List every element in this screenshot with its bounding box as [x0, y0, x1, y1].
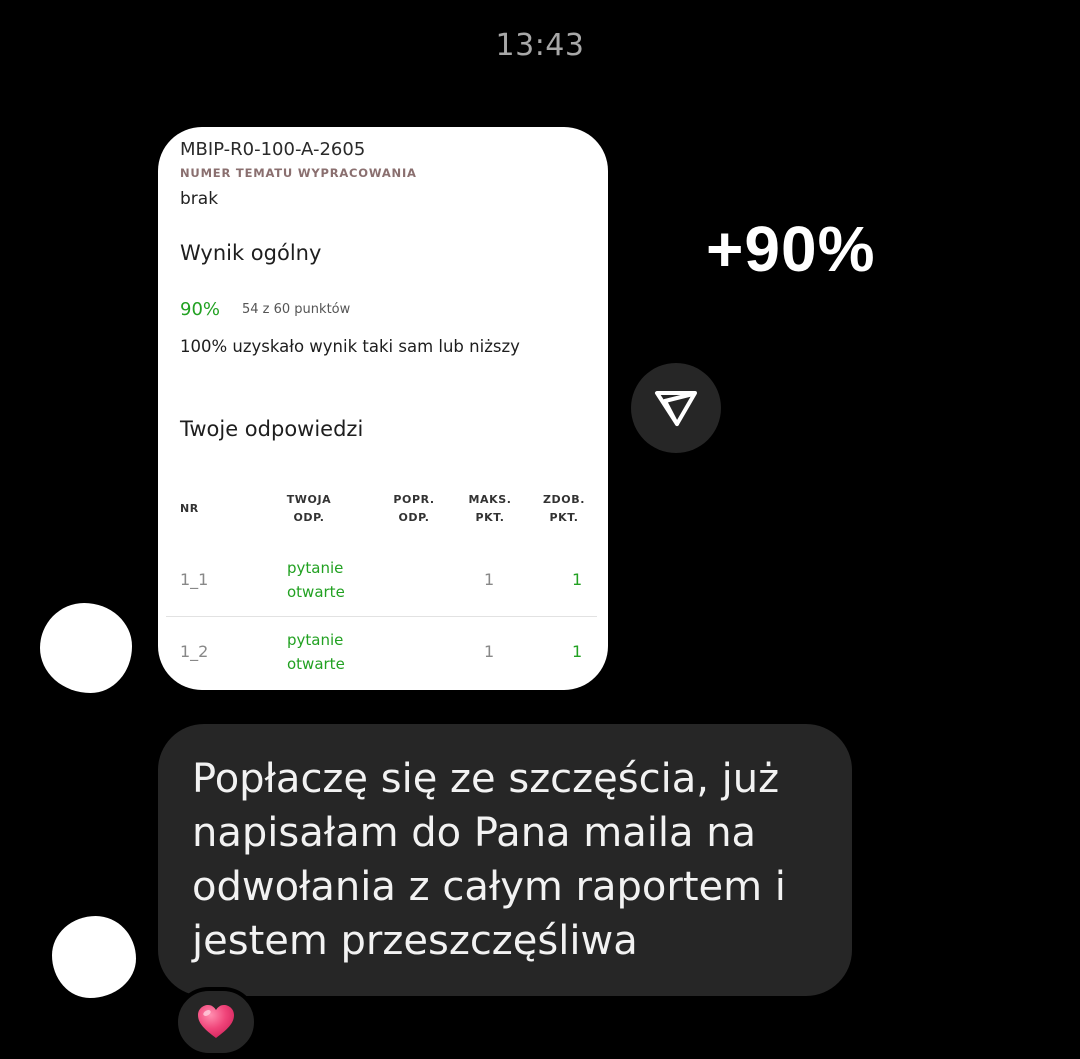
header-nr: NR — [180, 502, 199, 515]
shared-screenshot-card[interactable]: MBIP-R0-100-A-2605 NUMER TEMATU WYPRACOW… — [158, 127, 608, 690]
header-earned-points-line2: PKT. — [549, 511, 579, 524]
topic-value: brak — [180, 189, 219, 209]
row-answer: pytanie otwarte — [287, 628, 377, 676]
row-max-points: 1 — [484, 570, 495, 589]
header-earned-points: ZDOB. PKT. — [536, 491, 592, 527]
sender-avatar[interactable] — [52, 916, 136, 998]
header-max-points: MAKS. PKT. — [462, 491, 518, 527]
sender-avatar[interactable] — [40, 603, 132, 693]
header-max-points-line1: MAKS. — [468, 493, 512, 506]
row-earned-points: 1 — [572, 642, 583, 661]
message-line: Popłaczę się ze szczęścia, już — [192, 756, 780, 802]
reaction-badge[interactable] — [174, 987, 258, 1057]
header-earned-points-line1: ZDOB. — [542, 493, 586, 506]
header-max-points-line2: PKT. — [475, 511, 505, 524]
message-line: napisałam do Pana maila na — [192, 810, 757, 856]
message-bubble[interactable]: Popłaczę się ze szczęścia, już napisałam… — [158, 724, 852, 996]
message-line: jestem przeszczęśliwa — [192, 918, 638, 964]
header-your-answer: TWOJA ODP. — [280, 491, 338, 527]
row-nr: 1_1 — [180, 570, 209, 589]
table-row: 1_1 pytanie otwarte 1 1 — [166, 544, 597, 617]
score-title: Wynik ogólny — [180, 241, 322, 265]
message-text: Popłaczę się ze szczęścia, już napisałam… — [192, 752, 832, 968]
header-your-answer-line2: ODP. — [293, 511, 325, 524]
row-earned-points: 1 — [572, 570, 583, 589]
header-your-answer-line1: TWOJA — [286, 493, 332, 506]
row-answer-line1: pytanie — [287, 559, 344, 577]
row-answer-line2: otwarte — [287, 583, 345, 601]
topic-id: MBIP-R0-100-A-2605 — [180, 139, 366, 160]
percentile-text: 100% uzyskało wynik taki sam lub niższy — [180, 337, 520, 356]
answers-title: Twoje odpowiedzi — [180, 417, 364, 441]
row-nr: 1_2 — [180, 642, 209, 661]
header-correct-answer: POPR. ODP. — [386, 491, 442, 527]
send-icon — [655, 391, 697, 426]
header-correct-answer-line1: POPR. — [393, 493, 435, 506]
row-answer-line1: pytanie — [287, 631, 344, 649]
message-timestamp: 13:43 — [495, 28, 585, 63]
header-correct-answer-line2: ODP. — [398, 511, 430, 524]
share-button[interactable] — [631, 363, 721, 453]
overlay-caption: +90% — [706, 213, 876, 285]
row-max-points: 1 — [484, 642, 495, 661]
message-line: odwołania z całym raportem i — [192, 864, 786, 910]
score-points: 54 z 60 punktów — [242, 302, 351, 317]
score-percent: 90% — [180, 299, 221, 320]
table-row: 1_2 pytanie otwarte 1 1 — [166, 616, 597, 688]
heart-icon — [198, 1005, 234, 1038]
row-answer: pytanie otwarte — [287, 556, 377, 604]
topic-label: NUMER TEMATU WYPRACOWANIA — [180, 166, 417, 180]
row-answer-line2: otwarte — [287, 655, 345, 673]
